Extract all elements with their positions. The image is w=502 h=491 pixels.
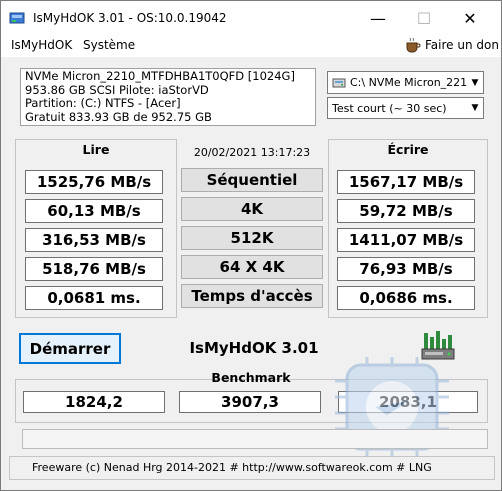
minimize-button[interactable]: — xyxy=(355,1,401,35)
write-panel: Écrire 1567,17 MB/s 59,72 MB/s 1411,07 M… xyxy=(328,139,488,318)
footer-text[interactable]: Freeware (c) Nenad Hrg 2014-2021 # http:… xyxy=(32,461,432,474)
close-button[interactable]: ✕ xyxy=(447,1,493,35)
benchmark-read-score: 1824,2 xyxy=(23,391,165,413)
start-button[interactable]: Démarrer xyxy=(19,333,121,364)
test-64x4k-label: 64 X 4K xyxy=(181,255,323,279)
donate-label: Faire un don xyxy=(425,38,499,52)
write-512k-value: 1411,07 MB/s xyxy=(337,228,475,252)
coffee-cup-icon xyxy=(406,37,421,53)
write-header: Écrire xyxy=(387,142,429,157)
menu-bar: IsMyHdOK Système Faire un don xyxy=(1,35,501,57)
chevron-down-icon: ▼ xyxy=(471,77,479,88)
drive-select-value: C:\ NVMe Micron_2210_ xyxy=(350,76,467,89)
write-4k-value: 59,72 MB/s xyxy=(337,199,475,223)
test-duration-select[interactable]: Test court (~ 30 sec) ▼ xyxy=(327,97,484,119)
benchmark-total-score: 3907,3 xyxy=(179,391,321,413)
read-panel: Lire 1525,76 MB/s 60,13 MB/s 316,53 MB/s… xyxy=(15,139,177,318)
window-title: IsMyHdOK 3.01 - OS:10.0.19042 xyxy=(33,11,227,25)
app-name-label: IsMyHdOK 3.01 xyxy=(189,339,319,357)
maximize-button[interactable]: ☐ xyxy=(401,1,447,35)
drive-free-line: Gratuit 833.93 GB de 952.75 GB xyxy=(25,110,212,124)
drive-info-box: NVMe Micron_2210_MTFDHBA1T0QFD [1024G] 9… xyxy=(20,68,316,126)
drive-select[interactable]: C:\ NVMe Micron_2210_ ▼ xyxy=(327,71,484,94)
test-4k-label: 4K xyxy=(181,197,323,221)
read-access-time-value: 0,0681 ms. xyxy=(25,286,163,310)
menu-systeme[interactable]: Système xyxy=(83,38,135,52)
read-64x4k-value: 518,76 MB/s xyxy=(25,257,163,281)
write-access-time-value: 0,0686 ms. xyxy=(337,286,475,310)
read-512k-value: 316,53 MB/s xyxy=(25,228,163,252)
drive-size-line: 953.86 GB SCSI Pilote: iaStorVD xyxy=(25,83,209,97)
drive-icon xyxy=(332,78,346,87)
chevron-down-icon: ▼ xyxy=(471,103,479,113)
read-sequential-value: 1525,76 MB/s xyxy=(25,170,163,194)
test-timestamp: 20/02/2021 13:17:23 xyxy=(193,146,311,159)
benchmark-header: Benchmark xyxy=(211,370,291,385)
progress-bar xyxy=(22,429,488,449)
test-duration-value: Test court (~ 30 sec) xyxy=(332,101,447,115)
write-sequential-value: 1567,17 MB/s xyxy=(337,170,475,194)
test-access-time-label: Temps d'accès xyxy=(181,284,323,308)
drive-model-line: NVMe Micron_2210_MTFDHBA1T0QFD [1024G] xyxy=(25,70,295,83)
read-header: Lire xyxy=(82,142,110,157)
drive-partition-line: Partition: (C:) NTFS - [Acer] xyxy=(25,97,181,110)
donate-menu-item[interactable]: Faire un don xyxy=(405,37,499,53)
title-bar[interactable]: IsMyHdOK 3.01 - OS:10.0.19042 — ☐ ✕ xyxy=(1,1,501,35)
test-512k-label: 512K xyxy=(181,226,323,250)
menu-ismyhdok[interactable]: IsMyHdOK xyxy=(11,38,72,52)
read-4k-value: 60,13 MB/s xyxy=(25,199,163,223)
app-window: IsMyHdOK 3.01 - OS:10.0.19042 — ☐ ✕ IsMy… xyxy=(0,0,502,491)
test-sequential-label: Séquentiel xyxy=(181,168,323,192)
status-footer: Freeware (c) Nenad Hrg 2014-2021 # http:… xyxy=(9,456,495,480)
app-disk-icon xyxy=(9,12,25,24)
write-64x4k-value: 76,93 MB/s xyxy=(337,257,475,281)
